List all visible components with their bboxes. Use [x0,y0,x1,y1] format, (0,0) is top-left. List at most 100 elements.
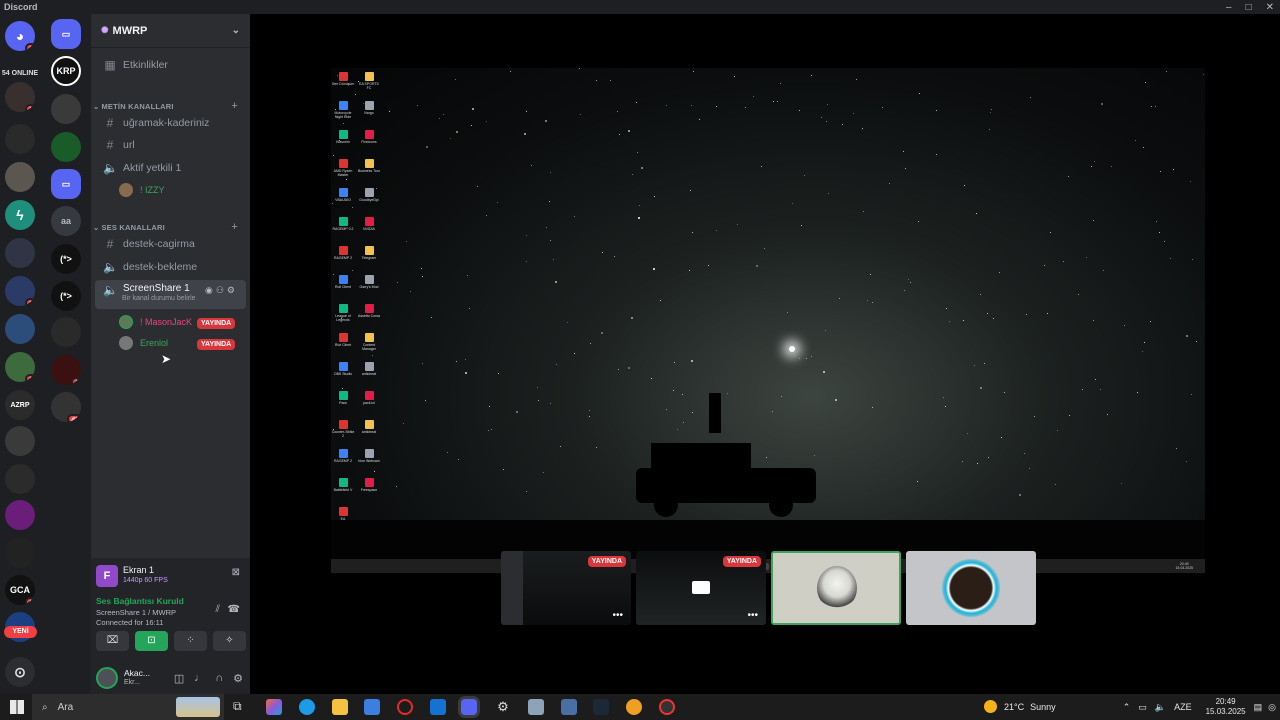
gear-icon[interactable]: ⚙ [227,285,238,295]
voice-channel-screenshare[interactable]: 🔈 ScreenShare 1 Bir kanal durumu belirle… [95,280,246,309]
server-icon[interactable] [5,162,35,192]
server-icon[interactable] [51,317,81,347]
task-view-icon[interactable]: ⧉ [233,699,249,715]
server-icon[interactable]: ϟ [5,200,35,230]
more-icon[interactable]: ••• [612,610,623,621]
star [826,121,827,122]
app-icon[interactable] [561,699,577,715]
soundboard-button[interactable]: ✧ [213,631,246,651]
user-info[interactable]: Akac... Ekr... [124,669,150,687]
star [628,130,630,132]
voice-channel-destek-bekleme[interactable]: 🔈 destek-bekleme [95,257,246,277]
activities-button[interactable]: ⁘ [174,631,207,651]
server-icon[interactable] [51,94,81,124]
server-header[interactable]: ✺ MWRP ⌄ [91,14,250,48]
close-button[interactable]: ✕ [1266,2,1274,13]
stop-stream-icon[interactable]: ⊠ [232,567,240,578]
server-icon[interactable]: 2 [5,276,35,306]
server-icon[interactable] [5,124,35,154]
invite-icon[interactable]: ⚇ [216,285,227,295]
screen-share-button[interactable]: ⊡ [135,631,168,651]
server-icon[interactable]: (*> [51,281,81,311]
server-icon[interactable]: aa [51,206,81,236]
server-icon[interactable] [51,132,81,162]
server-icon[interactable] [5,538,35,568]
voice-user[interactable]: ! MasonJacK [119,313,192,331]
gamepad-icon[interactable]: ◫ [174,672,184,685]
steam-icon[interactable] [593,699,609,715]
server-icon[interactable] [5,238,35,268]
star [553,259,554,260]
taskbar-search[interactable]: ⌕ Ara [32,694,224,720]
server-icon[interactable] [5,426,35,456]
discord-icon[interactable] [461,699,477,715]
app-icon[interactable] [528,699,544,715]
weather-widget[interactable]: 21°C Sunny [984,700,1056,713]
stream-video[interactable]: Geri Dönüşüm EA SPORTS FC Motorcycle Night… [331,68,1205,573]
channel-ugramak-kaderiniz[interactable]: # uğramak-kaderiniz [95,113,246,133]
chat-icon[interactable]: ◉ [205,285,216,295]
server-icon[interactable]: (*> [51,244,81,274]
chrome-icon[interactable] [626,699,642,715]
server-icon[interactable] [5,464,35,494]
connection-status[interactable]: Ses Bağlantısı Kuruld [96,596,246,606]
voice-channel-aktif-yetkili[interactable]: 🔈 Aktif yetkili 1 [95,158,246,178]
volume-icon[interactable]: 🔈 [1155,702,1166,713]
headphones-icon[interactable]: ∩ [215,672,223,685]
focus-icon[interactable]: ◎ [1268,702,1276,713]
server-icon[interactable]: 42 [51,392,81,422]
server-icon[interactable]: AZRP [5,390,35,420]
chevron-down-icon: ⌄ [93,222,100,232]
home-button[interactable]: ◕ 1 [5,21,35,51]
participant-tile[interactable] [906,551,1036,625]
discover-button[interactable]: ⊙ [5,657,35,687]
edge-icon[interactable] [299,699,315,715]
store-icon[interactable] [364,699,380,715]
server-icon[interactable]: ▭ [51,169,81,199]
add-channel-icon[interactable]: + [231,100,238,112]
disconnect-icon[interactable]: ☎ [228,604,240,615]
chevron-up-icon[interactable]: ⌃ [1123,702,1131,713]
outlook-icon[interactable] [430,699,446,715]
windows-start-icon[interactable] [10,700,24,714]
stream-tile[interactable]: YAYINDA ••• [501,551,631,625]
category-text-channels[interactable]: ⌄ METİN KANALLARI + [93,100,248,112]
channel-status[interactable]: Bir kanal durumu belirle [122,295,196,302]
minimize-button[interactable]: – [1226,2,1232,13]
channel-url[interactable]: # url [95,135,246,155]
new-pill[interactable]: YENİ [4,626,37,638]
stream-tile[interactable]: YAYINDA ••• [636,551,766,625]
add-channel-icon[interactable]: + [231,221,238,233]
app-icon[interactable] [659,699,675,715]
server-icon[interactable]: ▭ [51,19,81,49]
microphone-icon[interactable]: ♩ [194,672,205,685]
language-indicator[interactable]: AZE [1174,702,1192,712]
gear-icon[interactable]: ⚙ [233,672,243,685]
avatar[interactable] [96,667,118,689]
category-voice-channels[interactable]: ⌄ SES KANALLARI + [93,221,248,233]
screen-share-card[interactable]: F Ekran 1 1440p 60 FPS ⊠ [95,562,246,592]
file-explorer-icon[interactable] [332,699,348,715]
more-icon[interactable]: ••• [747,610,758,621]
voice-user[interactable]: ! IZZY [119,181,165,199]
settings-icon[interactable]: ⚙ [495,699,511,715]
participant-tile[interactable] [771,551,901,625]
camera-off-button[interactable]: ⌧ [96,631,129,651]
server-icon[interactable]: KRP [51,56,81,86]
server-icon[interactable]: 1 [51,355,81,385]
server-icon[interactable]: 1 [5,352,35,382]
events-link[interactable]: ▦ Etkinlikler [95,55,246,75]
copilot-icon[interactable] [266,699,282,715]
maximize-button[interactable]: □ [1246,2,1252,13]
network-icon[interactable]: ▭ [1138,702,1147,713]
server-icon[interactable]: GCA 1 [5,575,35,605]
opera-icon[interactable] [397,699,413,715]
server-icon[interactable] [5,314,35,344]
noise-suppression-icon[interactable]: ⫽ [216,604,220,615]
server-icon[interactable]: 2 [5,82,35,112]
server-icon[interactable] [5,500,35,530]
notification-icon[interactable]: ▤ [1254,702,1263,713]
channel-destek-cagirma[interactable]: # destek-cagirma [95,234,246,254]
clock[interactable]: 20:49 15.03.2025 [1206,697,1246,717]
voice-user[interactable]: Erenlol [119,334,168,352]
